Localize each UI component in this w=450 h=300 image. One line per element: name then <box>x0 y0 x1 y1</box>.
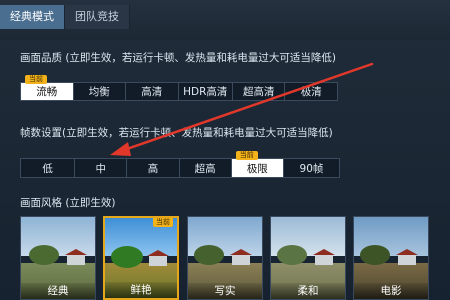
style-card-label: 鲜艳 <box>105 282 177 298</box>
style-card-label: 柔和 <box>271 283 345 299</box>
style-card-cinema[interactable]: 电影 <box>353 216 429 300</box>
style-list: 经典 当前 鲜艳 写实 柔和 电影 <box>20 216 450 300</box>
house-icon <box>65 249 87 265</box>
current-badge: 当前 <box>153 218 173 227</box>
tree-icon <box>29 245 59 265</box>
fps-label: 帧数设置(立即生效，若运行卡顿、发热量和耗电量过大可适当降低) <box>20 127 333 139</box>
fps-option-label: 90帧 <box>299 162 324 175</box>
quality-label: 画面品质 (立即生效，若运行卡顿、发热量和耗电量过大可适当降低) <box>20 52 337 64</box>
house-icon <box>313 249 335 265</box>
style-card-label: 写实 <box>188 283 262 299</box>
quality-option-label: 流畅 <box>36 86 58 98</box>
style-card-label: 经典 <box>21 283 95 299</box>
fps-option-label: 中 <box>95 162 107 175</box>
quality-option-hd[interactable]: 高清 <box>126 83 179 100</box>
tab-team-arena[interactable]: 团队竞技 <box>65 5 130 29</box>
quality-selector: 当前 流畅 均衡 高清 HDR高清 超高清 极清 <box>20 75 338 101</box>
quality-option-extreme[interactable]: 极清 <box>285 83 337 100</box>
fps-option-label: 极限 <box>246 162 268 175</box>
current-badge: 当前 <box>25 75 47 84</box>
fps-option-label: 高 <box>147 162 159 175</box>
quality-option-label: 高清 <box>141 86 163 98</box>
fps-selector: 低 中 高 超高 当前 极限 90帧 <box>20 151 340 178</box>
quality-option-label: 均衡 <box>88 86 110 98</box>
fps-option-low[interactable]: 低 <box>21 159 76 177</box>
tree-icon <box>360 245 390 265</box>
quality-option-smooth[interactable]: 当前 流畅 <box>21 75 74 100</box>
style-label: 画面风格 (立即生效) <box>20 197 116 209</box>
quality-option-ultra-hd[interactable]: 超高清 <box>232 83 286 100</box>
quality-option-label: 极清 <box>300 86 322 98</box>
fps-option-90[interactable]: 90帧 <box>283 159 340 177</box>
quality-option-hdr[interactable]: HDR高清 <box>178 83 233 100</box>
tree-icon <box>277 245 307 265</box>
style-card-realistic[interactable]: 写实 <box>187 216 263 300</box>
fps-option-ultra[interactable]: 超高 <box>179 159 232 177</box>
house-icon <box>147 250 169 266</box>
fps-option-medium[interactable]: 中 <box>75 159 128 177</box>
fps-option-high[interactable]: 高 <box>127 159 180 177</box>
top-bar: 经典模式 团队竞技 <box>0 0 450 40</box>
quality-option-label: HDR高清 <box>183 86 228 98</box>
house-icon <box>396 249 418 265</box>
tab-classic-mode[interactable]: 经典模式 <box>0 5 65 29</box>
fps-option-extreme[interactable]: 当前 极限 <box>231 151 284 177</box>
fps-option-label: 超高 <box>194 162 216 175</box>
fps-option-label: 低 <box>42 162 53 175</box>
tree-icon <box>111 246 143 268</box>
house-icon <box>230 249 252 265</box>
style-card-soft[interactable]: 柔和 <box>270 216 346 300</box>
current-badge: 当前 <box>235 151 258 160</box>
quality-option-label: 超高清 <box>242 86 275 98</box>
style-card-vivid[interactable]: 当前 鲜艳 <box>103 216 179 300</box>
style-card-classic[interactable]: 经典 <box>20 216 96 300</box>
tree-icon <box>194 245 224 265</box>
quality-option-balanced[interactable]: 均衡 <box>73 83 126 100</box>
style-card-label: 电影 <box>354 283 428 299</box>
mode-tabs: 经典模式 团队竞技 <box>0 5 130 29</box>
